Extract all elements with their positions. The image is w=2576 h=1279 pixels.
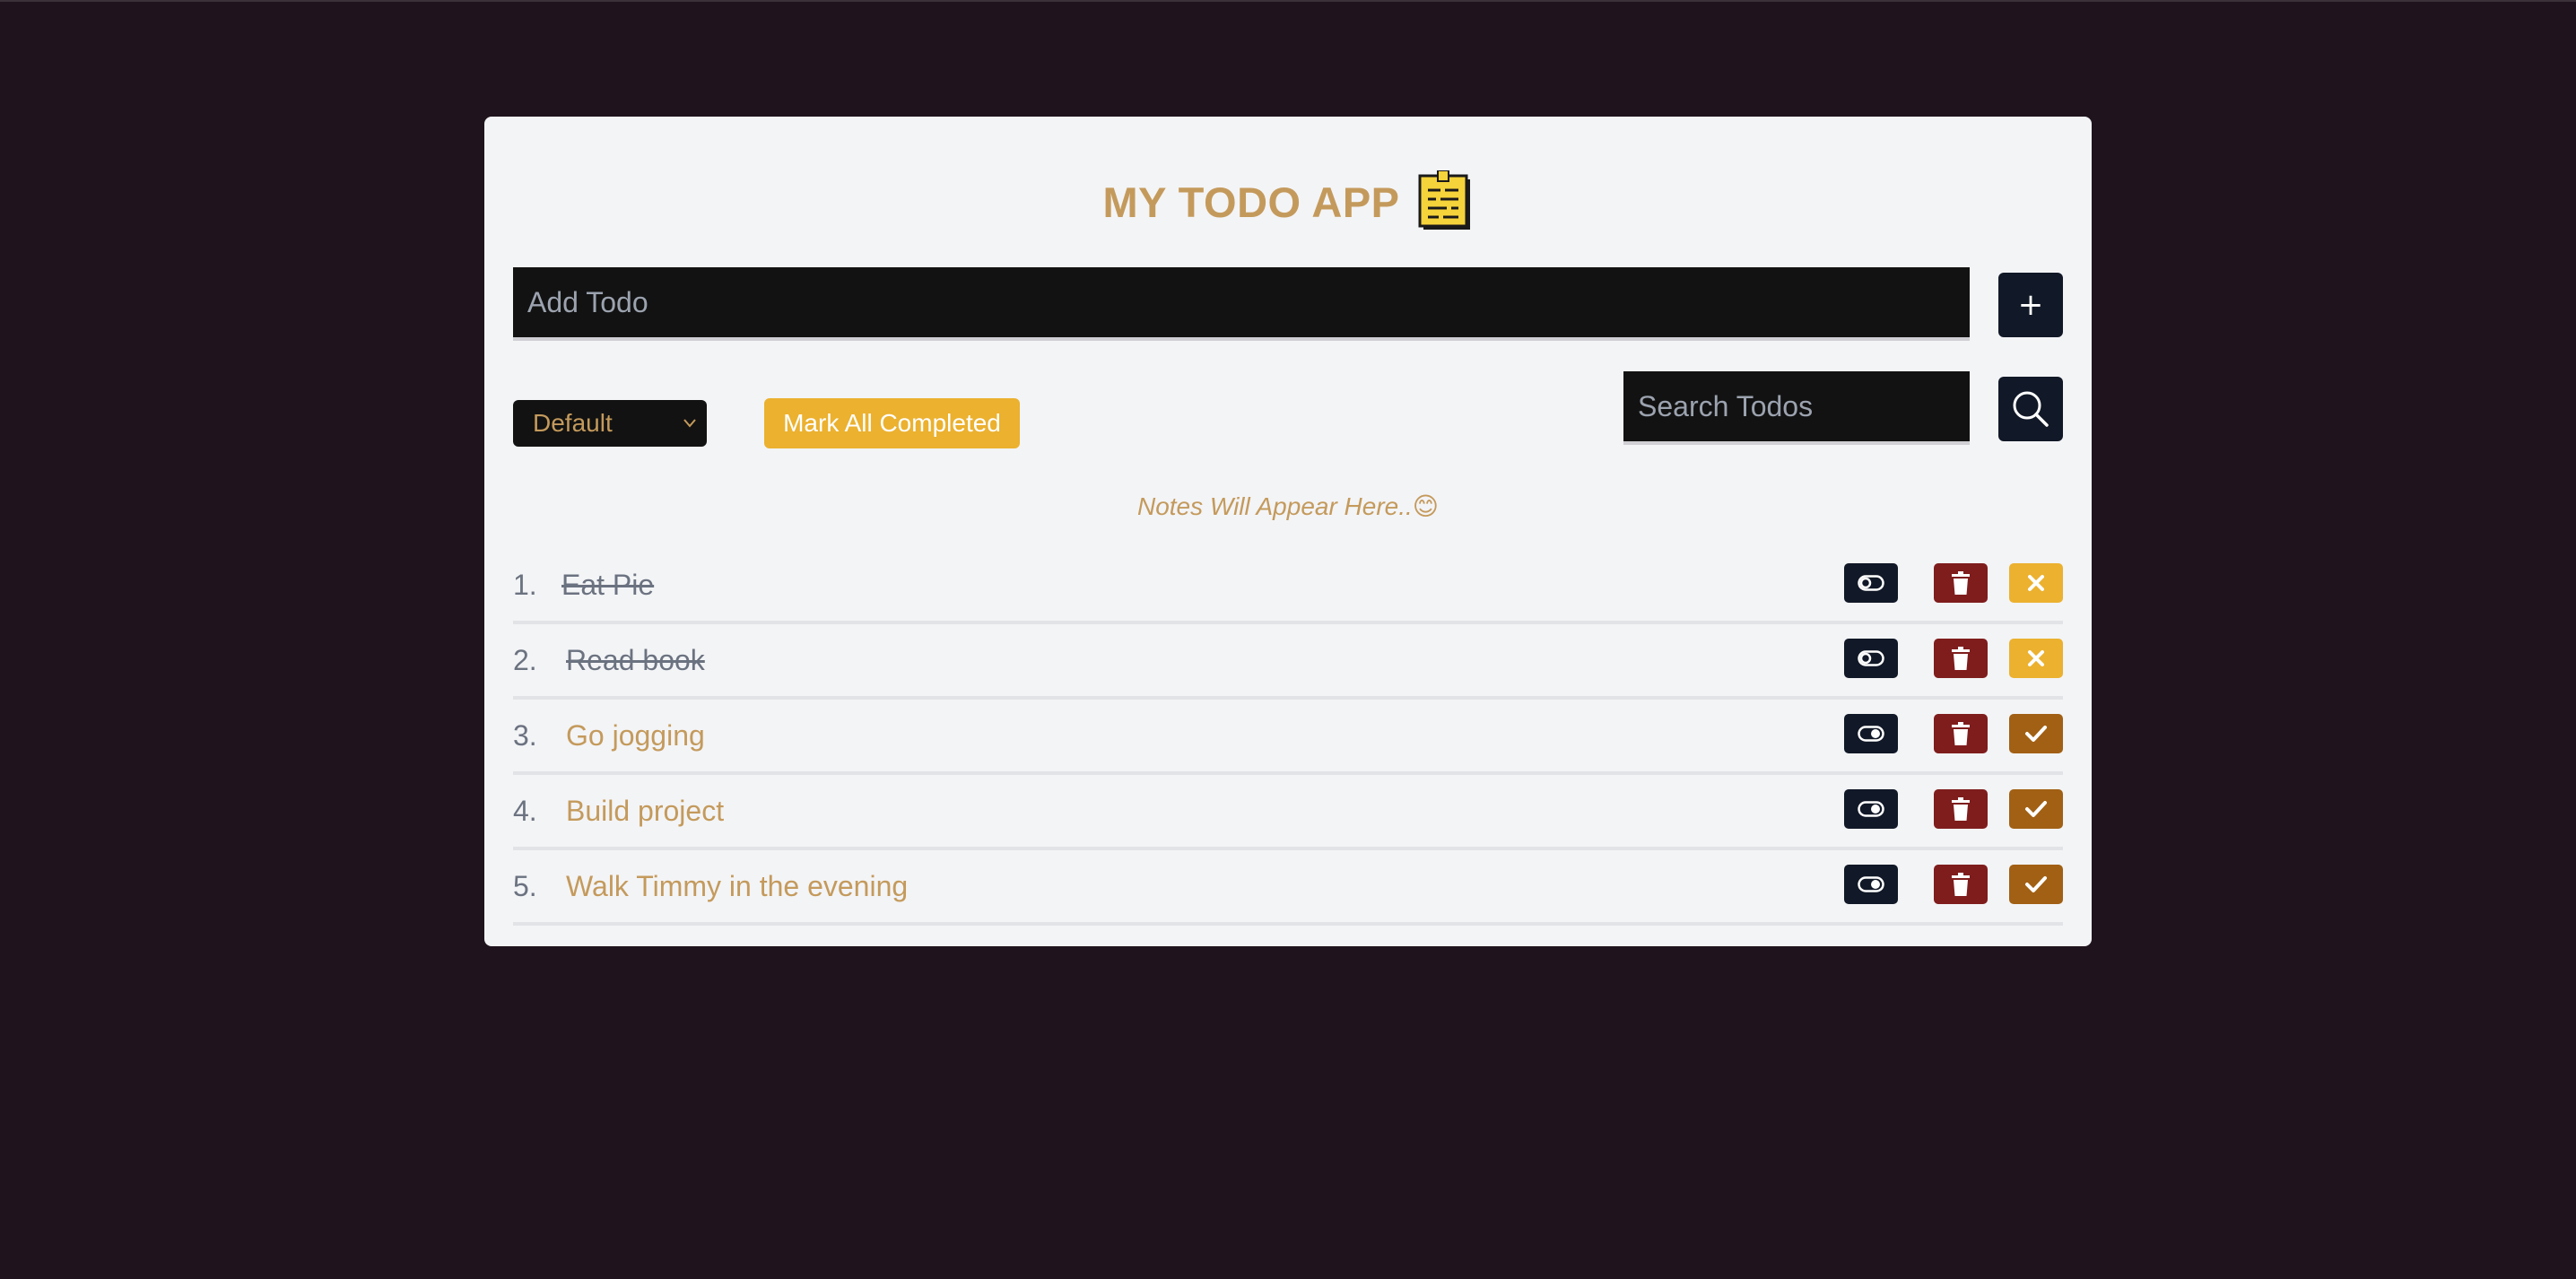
- undo-button[interactable]: [2009, 639, 2063, 678]
- toggle-button[interactable]: [1844, 714, 1898, 753]
- toggle-on-icon: [1858, 726, 1884, 742]
- todo-item: 2. Read book: [513, 624, 2063, 700]
- close-icon: [2028, 575, 2044, 591]
- todo-text: Eat Pie: [561, 569, 655, 601]
- todo-text: Build project: [566, 795, 725, 827]
- memo-icon: [1418, 170, 1470, 230]
- complete-button[interactable]: [2009, 865, 2063, 904]
- toggle-on-icon: [1858, 801, 1884, 817]
- todo-text: Read book: [566, 644, 705, 676]
- filter-select-value: Default: [533, 409, 613, 437]
- complete-button[interactable]: [2009, 714, 2063, 753]
- delete-button[interactable]: [1934, 563, 1988, 603]
- page-title: MY TODO APP: [1102, 178, 1400, 226]
- notes-placeholder: Notes Will Appear Here..😊: [1136, 492, 1439, 520]
- todo-list: 1. Eat Pie 2. Read book 3. Go jogging 4.…: [513, 549, 2063, 926]
- trash-icon: [1952, 873, 1970, 896]
- todo-item: 4. Build project: [513, 775, 2063, 850]
- toggle-on-icon: [1858, 876, 1884, 892]
- todo-number: 3.: [513, 719, 537, 752]
- toggle-off-icon: [1858, 650, 1884, 666]
- add-todo-button[interactable]: +: [1998, 273, 2063, 337]
- delete-button[interactable]: [1934, 714, 1988, 753]
- toggle-button[interactable]: [1844, 563, 1898, 603]
- todo-item: 5. Walk Timmy in the evening: [513, 850, 2063, 926]
- search-button[interactable]: [1998, 377, 2063, 441]
- trash-icon: [1952, 647, 1970, 670]
- todo-number: 2.: [513, 644, 537, 676]
- toggle-off-icon: [1858, 575, 1884, 591]
- todo-number: 4.: [513, 795, 537, 827]
- trash-icon: [1952, 571, 1970, 595]
- search-input[interactable]: [1623, 371, 1970, 445]
- delete-button[interactable]: [1934, 789, 1988, 829]
- todo-text: Walk Timmy in the evening: [566, 870, 909, 902]
- filter-select[interactable]: Default: [513, 400, 707, 447]
- close-icon: [2028, 650, 2044, 666]
- trash-icon: [1952, 722, 1970, 745]
- todo-item: 3. Go jogging: [513, 700, 2063, 775]
- undo-button[interactable]: [2009, 563, 2063, 603]
- toggle-button[interactable]: [1844, 639, 1898, 678]
- todo-text: Go jogging: [566, 719, 705, 752]
- mark-all-completed-button[interactable]: Mark All Completed: [764, 398, 1020, 448]
- todo-card: MY TODO APP + Default Mark All Completed: [484, 117, 2092, 946]
- add-todo-input[interactable]: [513, 267, 1970, 341]
- todo-item: 1. Eat Pie: [513, 549, 2063, 624]
- toggle-button[interactable]: [1844, 789, 1898, 829]
- checkmark-icon: [2025, 876, 2047, 892]
- complete-button[interactable]: [2009, 789, 2063, 829]
- trash-icon: [1952, 797, 1970, 821]
- delete-button[interactable]: [1934, 865, 1988, 904]
- checkmark-icon: [2025, 801, 2047, 817]
- header: MY TODO APP: [484, 161, 2092, 242]
- delete-button[interactable]: [1934, 639, 1988, 678]
- todo-number: 5.: [513, 870, 537, 902]
- search-icon: [2013, 391, 2049, 427]
- checkmark-icon: [2025, 726, 2047, 742]
- toggle-button[interactable]: [1844, 865, 1898, 904]
- todo-number: 1.: [513, 569, 537, 601]
- window-top-border: [0, 0, 2576, 2]
- chevron-down-icon: [683, 419, 696, 428]
